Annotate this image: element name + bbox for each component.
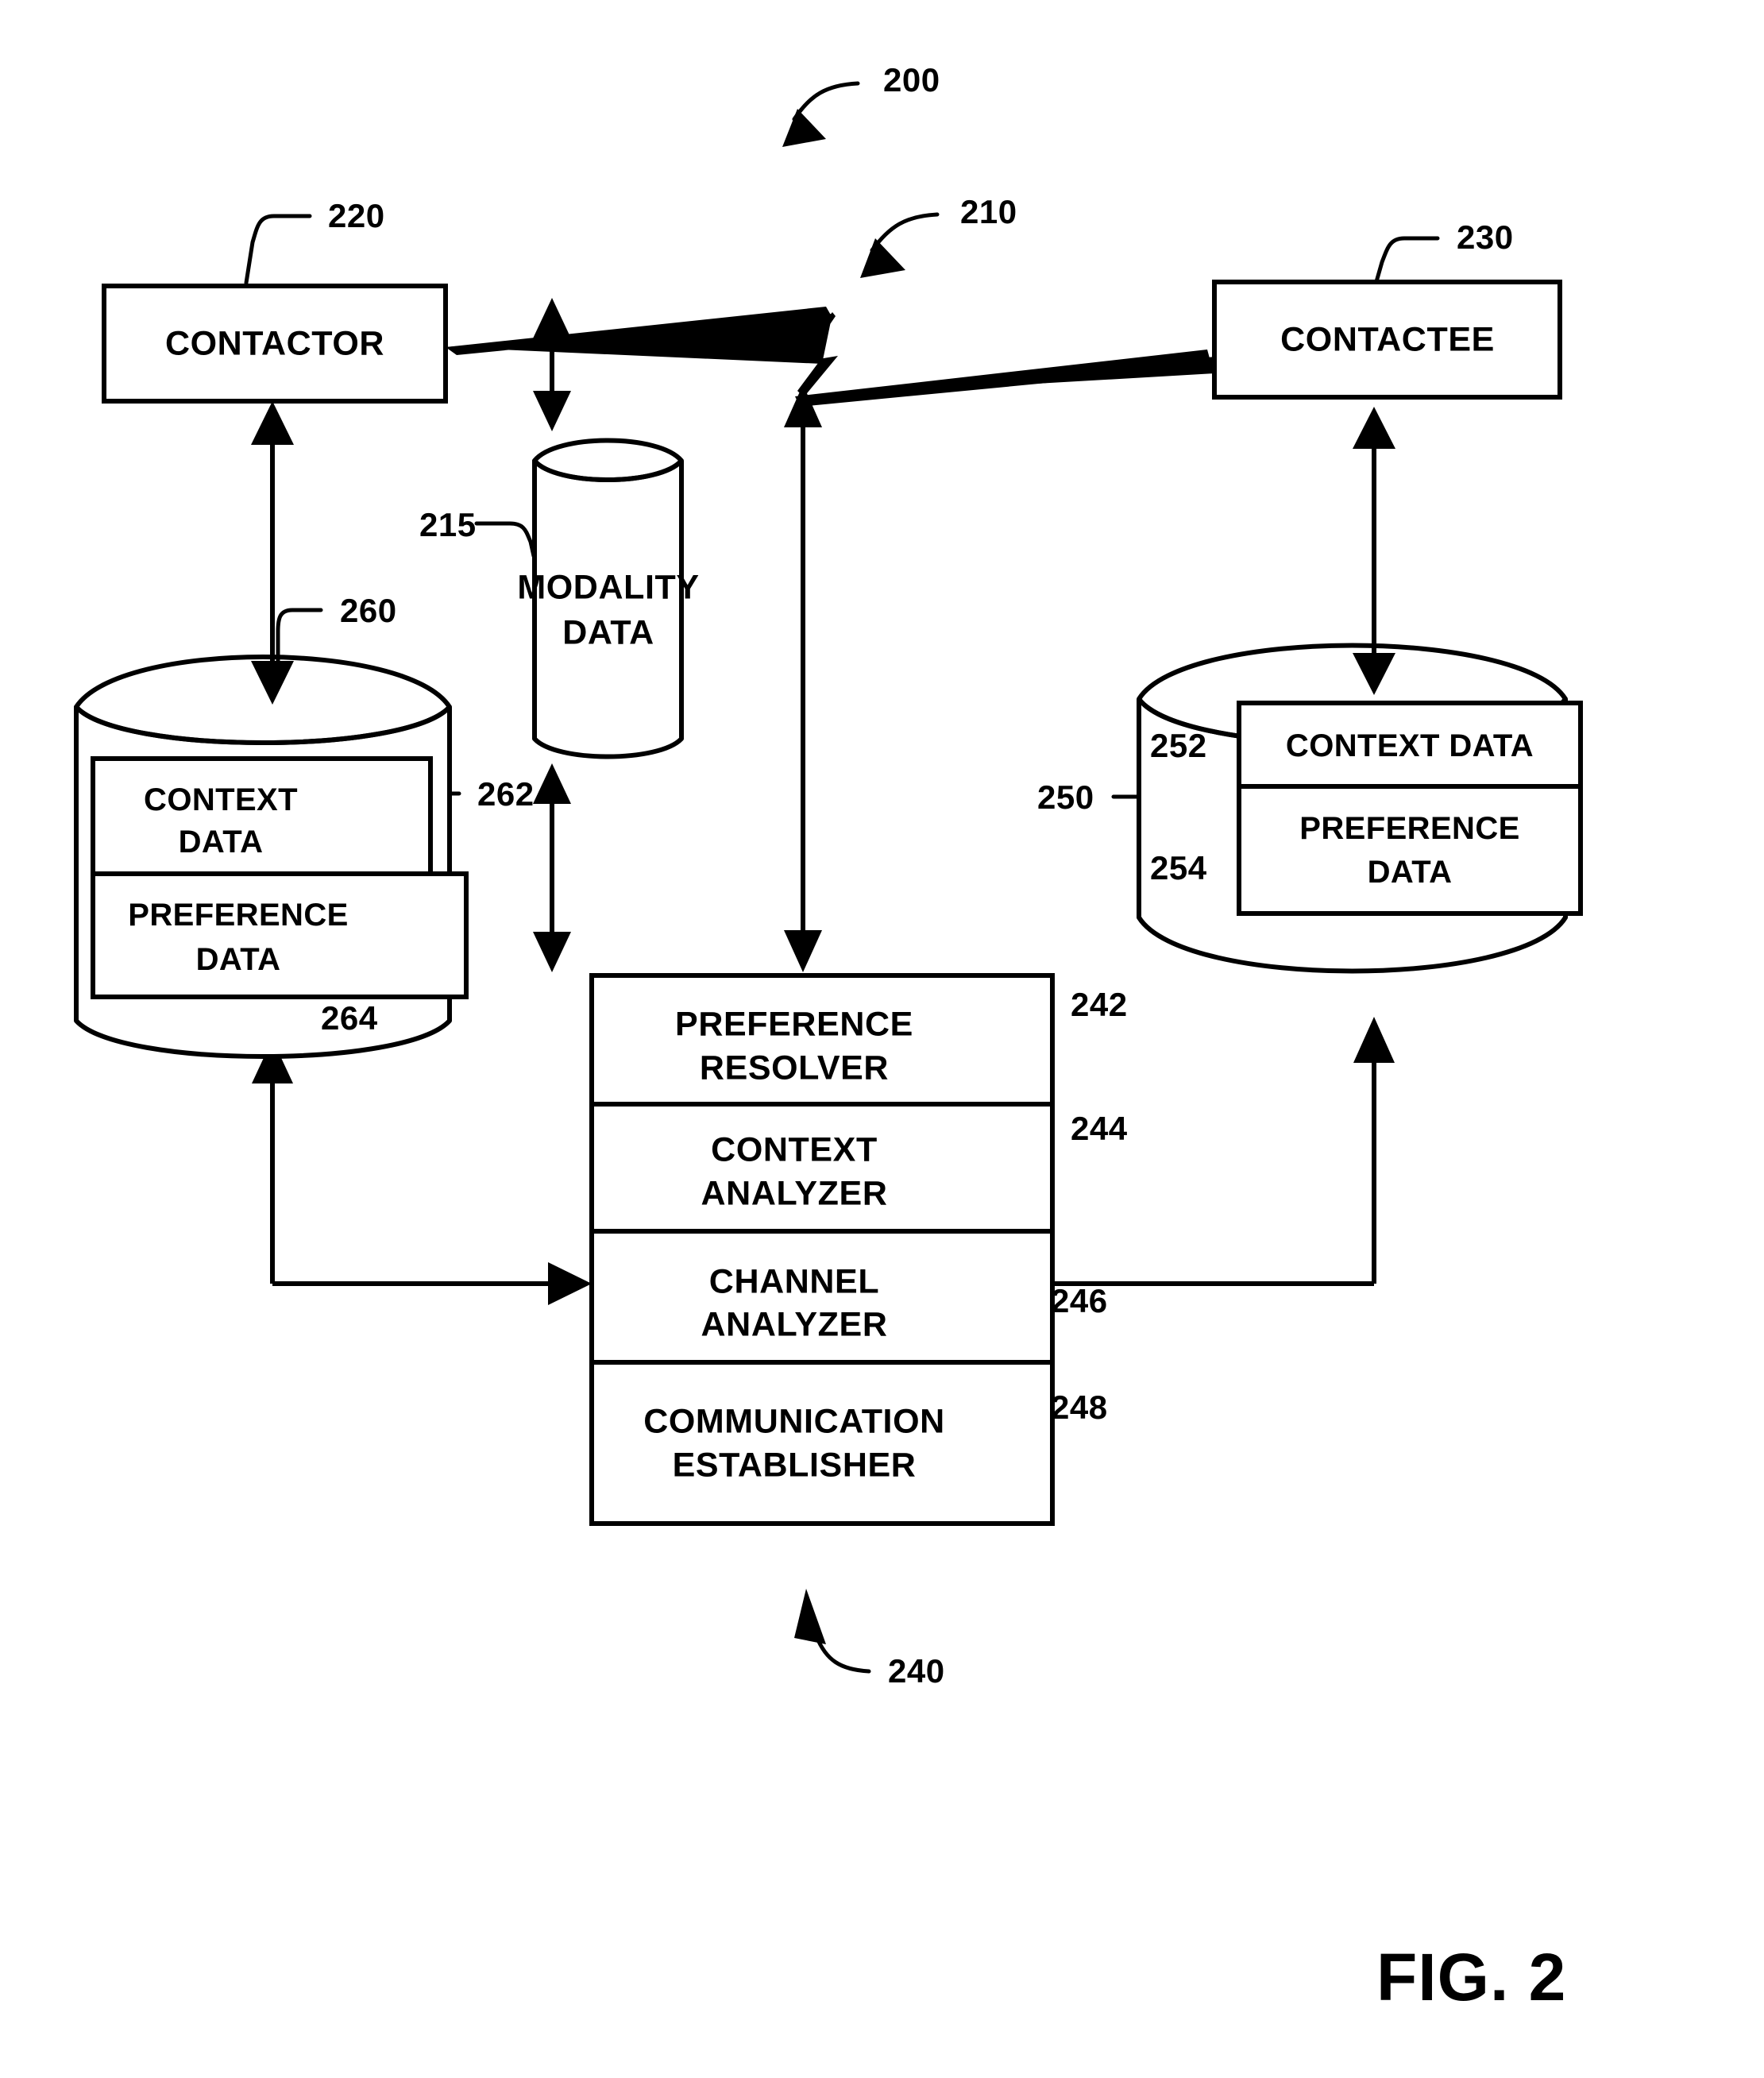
contactor-preference-label-line2: DATA — [195, 942, 281, 977]
ref-tag-264: 264 — [321, 999, 378, 1037]
ref-tag-252: 252 — [1150, 727, 1207, 764]
contactee-context-label: CONTEXT DATA — [1285, 728, 1534, 763]
patent-figure-2: 200 210 220 230 215 260 262 264 250 252 … — [0, 0, 1764, 2078]
ref-tag-240: 240 — [888, 1652, 945, 1690]
contactee-preference-label-line2: DATA — [1367, 855, 1453, 890]
connector-modality-engine — [533, 763, 571, 972]
contactor-preference-data-box — [91, 871, 469, 999]
module-244-label-line1: CONTEXT — [711, 1130, 878, 1169]
connector-store260-engine — [252, 1039, 592, 1305]
contactor-label: CONTACTOR — [164, 324, 385, 363]
connector-modality-link — [533, 298, 571, 431]
ref-tag-230: 230 — [1457, 218, 1514, 256]
ref-tag-200: 200 — [883, 61, 940, 98]
connector-contactee-store — [1353, 407, 1395, 695]
figure-caption: FIG. 2 — [1376, 1940, 1567, 2014]
modality-data-label-line1: MODALITY — [517, 568, 700, 607]
ref-tag-260: 260 — [340, 592, 397, 629]
contactor-preference-label-line1: PREFERENCE — [128, 898, 349, 933]
ref-tag-244: 244 — [1071, 1110, 1128, 1147]
ref-tag-246: 246 — [1051, 1282, 1108, 1319]
leader-210 — [860, 212, 940, 278]
module-242-label-line2: RESOLVER — [699, 1049, 890, 1087]
ref-tag-250: 250 — [1037, 778, 1094, 816]
module-248-label-line1: COMMUNICATION — [643, 1402, 945, 1441]
module-244-label-line2: ANALYZER — [701, 1174, 888, 1213]
module-246-label-line2: ANALYZER — [701, 1305, 888, 1344]
leader-200 — [782, 81, 860, 147]
ref-tag-262: 262 — [477, 775, 535, 813]
ref-tag-254: 254 — [1150, 849, 1207, 886]
module-248-label-line2: ESTABLISHER — [672, 1446, 917, 1485]
ref-tag-215: 215 — [419, 506, 477, 543]
ref-tag-220: 220 — [328, 197, 385, 234]
contactee-preference-data-box — [1237, 784, 1583, 916]
module-246-label-line1: CHANNEL — [708, 1262, 880, 1301]
leader-215 — [474, 521, 536, 558]
ref-tag-248: 248 — [1051, 1389, 1108, 1426]
contactor-context-label-line1: CONTEXT — [144, 782, 298, 817]
leader-240 — [794, 1589, 871, 1674]
leader-220 — [244, 214, 312, 285]
ref-tag-210: 210 — [960, 193, 1017, 230]
contactee-preference-label-line1: PREFERENCE — [1299, 811, 1520, 846]
ref-tag-242: 242 — [1071, 986, 1128, 1023]
modality-data-label-line2: DATA — [562, 613, 654, 652]
connector-engine-link — [784, 384, 822, 972]
contactee-label: CONTACTEE — [1280, 320, 1495, 359]
module-242-label-line1: PREFERENCE — [675, 1005, 913, 1044]
contactor-context-label-line2: DATA — [178, 825, 264, 859]
